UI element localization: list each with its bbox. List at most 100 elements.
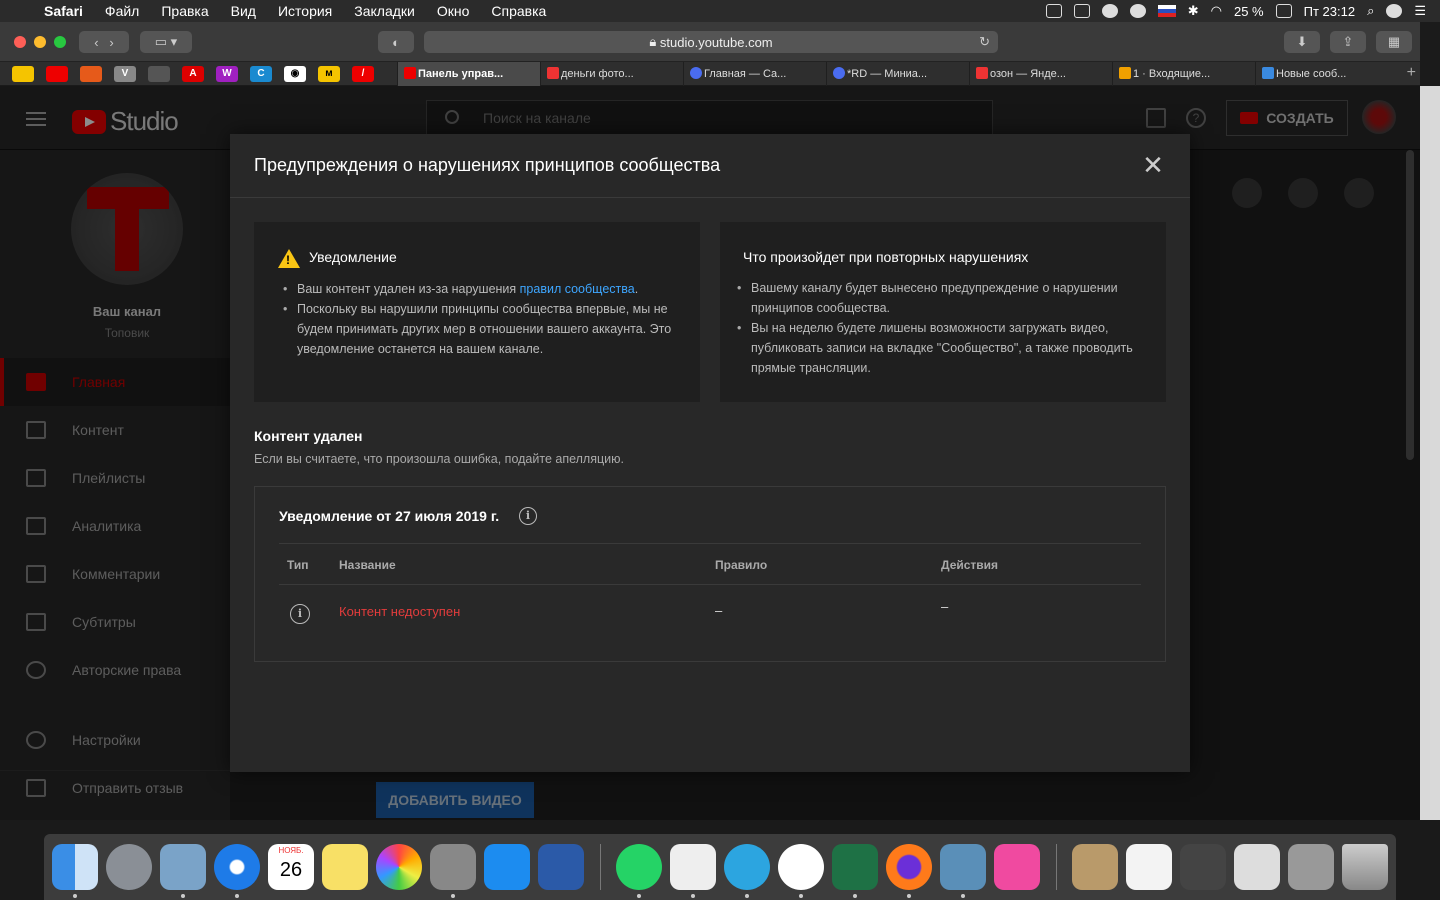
close-icon[interactable]: ✕ bbox=[1142, 152, 1164, 178]
tab-main[interactable]: Главная — Са... bbox=[683, 62, 826, 86]
clock[interactable]: Пт 23:12 bbox=[1304, 4, 1355, 19]
tab-new-messages[interactable]: Новые сооб... bbox=[1255, 62, 1398, 86]
mail-favicon-icon bbox=[1119, 67, 1131, 79]
telegram-icon[interactable] bbox=[724, 844, 770, 890]
share-icon: ⇪ bbox=[1342, 34, 1354, 49]
favorite-bookmark-icon[interactable] bbox=[12, 65, 34, 82]
tab-overview-button[interactable]: ▦ bbox=[1376, 31, 1412, 53]
tab-ozon-yandex[interactable]: озон — Янде... bbox=[969, 62, 1112, 86]
forward-arrow-icon[interactable]: › bbox=[109, 35, 113, 50]
excel-icon[interactable] bbox=[832, 844, 878, 890]
battery-percent[interactable]: 25 % bbox=[1234, 4, 1264, 19]
favorite-youtube-icon[interactable] bbox=[46, 65, 68, 82]
notes-icon[interactable] bbox=[322, 844, 368, 890]
bluetooth-icon[interactable]: ✱ bbox=[1188, 3, 1199, 19]
tab-inbox[interactable]: 1 · Входящие... bbox=[1112, 62, 1255, 86]
favorite-eye-icon[interactable]: ◉ bbox=[284, 65, 306, 82]
battery-icon[interactable] bbox=[1275, 4, 1292, 18]
dialog-title: Предупреждения о нарушениях принципов со… bbox=[254, 155, 721, 175]
minimize-window-button[interactable] bbox=[34, 35, 46, 48]
favorite-m-icon[interactable]: ᴍ bbox=[318, 65, 340, 82]
keyboard-icon[interactable] bbox=[1073, 4, 1090, 18]
notice-card: Уведомление Ваш контент удален из-за нар… bbox=[254, 222, 700, 402]
tab-rd-mini[interactable]: *RD — Миниа... bbox=[826, 62, 969, 86]
macos-menubar: Safari Файл Правка Вид История Закладки … bbox=[0, 0, 1440, 22]
community-guidelines-link[interactable]: правил сообщества bbox=[520, 282, 635, 296]
siri-icon[interactable] bbox=[1386, 4, 1403, 18]
favorite-w-icon[interactable]: W bbox=[216, 65, 238, 82]
spotlight-search-icon[interactable]: ⌕ bbox=[1367, 3, 1374, 19]
running-indicator bbox=[235, 894, 239, 898]
running-indicator bbox=[745, 894, 749, 898]
screenshot-stack-icon[interactable] bbox=[1180, 844, 1226, 890]
preview-icon[interactable] bbox=[940, 844, 986, 890]
j-app-icon[interactable] bbox=[778, 844, 824, 890]
finder-icon[interactable] bbox=[52, 844, 98, 890]
cleanmymac-icon[interactable] bbox=[994, 844, 1040, 890]
calendar-icon[interactable]: НОЯБ. 26 bbox=[268, 844, 314, 890]
reload-icon[interactable]: ↻ bbox=[979, 34, 990, 50]
back-arrow-icon[interactable]: ‹ bbox=[94, 35, 98, 50]
sidebar-icon: ▭ ▾ bbox=[154, 34, 178, 49]
photos-icon[interactable] bbox=[376, 844, 422, 890]
menu-window[interactable]: Окно bbox=[426, 3, 481, 19]
document-stack-icon[interactable] bbox=[1126, 844, 1172, 890]
menu-help[interactable]: Справка bbox=[480, 3, 557, 19]
new-tab-button[interactable]: + bbox=[1407, 64, 1416, 82]
favorite-robot-icon[interactable] bbox=[148, 65, 170, 82]
close-window-button[interactable] bbox=[14, 35, 26, 48]
macos-dock: НОЯБ. 26 bbox=[44, 834, 1396, 900]
menu-file[interactable]: Файл bbox=[94, 3, 150, 19]
downloads-stack-icon[interactable] bbox=[1288, 844, 1334, 890]
input-language-flag-icon[interactable] bbox=[1157, 5, 1176, 17]
favorite-v-icon[interactable]: V bbox=[114, 65, 136, 82]
text-edit-icon[interactable] bbox=[670, 844, 716, 890]
mail-bird-icon[interactable] bbox=[160, 844, 206, 890]
system-preferences-icon[interactable] bbox=[430, 844, 476, 890]
firefox-icon[interactable] bbox=[886, 844, 932, 890]
share-button[interactable]: ⇪ bbox=[1330, 31, 1366, 53]
wifi-icon[interactable]: ◠ bbox=[1211, 3, 1222, 19]
trash-icon[interactable] bbox=[1342, 844, 1388, 890]
address-bar[interactable]: 🔒︎ studio.youtube.com ↻ bbox=[424, 31, 998, 53]
whatsapp-icon[interactable] bbox=[616, 844, 662, 890]
menu-view[interactable]: Вид bbox=[220, 3, 267, 19]
menu-bookmarks[interactable]: Закладки bbox=[343, 3, 426, 19]
running-indicator bbox=[853, 894, 857, 898]
notification-center-icon[interactable]: ☰ bbox=[1414, 3, 1426, 19]
running-indicator bbox=[637, 894, 641, 898]
display-icon[interactable] bbox=[1045, 4, 1062, 18]
privacy-shield-button[interactable]: ◐ bbox=[378, 31, 414, 53]
favorite-a-icon[interactable]: A bbox=[182, 65, 204, 82]
app-store-icon[interactable] bbox=[484, 844, 530, 890]
message-favicon-icon bbox=[1262, 67, 1274, 79]
calendar-day: 26 bbox=[279, 859, 303, 881]
tab-yandex-money-photo[interactable]: деньги фото... bbox=[540, 62, 683, 86]
photos-stack-icon[interactable] bbox=[1072, 844, 1118, 890]
telegram-status-icon[interactable] bbox=[1101, 4, 1118, 18]
favorite-slash-icon[interactable]: / bbox=[352, 65, 374, 82]
repeat-list: Вашему каналу будет вынесено предупрежде… bbox=[737, 278, 1143, 378]
info-icon[interactable]: i bbox=[519, 507, 537, 525]
favorite-c-icon[interactable]: C bbox=[250, 65, 272, 82]
favorite-home-icon[interactable] bbox=[80, 65, 102, 82]
window-controls bbox=[14, 35, 66, 48]
spreadsheet-stack-icon[interactable] bbox=[1234, 844, 1280, 890]
launchpad-icon[interactable] bbox=[106, 844, 152, 890]
notice-details-box: Уведомление от 27 июля 2019 г. i Тип Наз… bbox=[254, 486, 1166, 662]
row-content-name[interactable]: Контент недоступен bbox=[339, 604, 460, 619]
repeat-bullet-2: Вы на неделю будете лишены возможности з… bbox=[737, 318, 1143, 378]
menu-history[interactable]: История bbox=[267, 3, 343, 19]
calendar-month: НОЯБ. bbox=[278, 846, 304, 855]
tab-youtube-studio[interactable]: Панель управ... bbox=[397, 62, 540, 86]
word-icon[interactable] bbox=[538, 844, 584, 890]
yandex-favicon-icon bbox=[976, 67, 988, 79]
menu-edit[interactable]: Правка bbox=[150, 3, 219, 19]
sidebar-toggle-button[interactable]: ▭ ▾ bbox=[140, 31, 192, 53]
stats-icon[interactable] bbox=[1129, 4, 1146, 18]
back-forward-buttons[interactable]: ‹ › bbox=[79, 31, 129, 53]
safari-icon[interactable] bbox=[214, 844, 260, 890]
menu-app-safari[interactable]: Safari bbox=[40, 3, 94, 19]
downloads-button[interactable]: ⬇ bbox=[1284, 31, 1320, 53]
zoom-window-button[interactable] bbox=[54, 35, 66, 48]
